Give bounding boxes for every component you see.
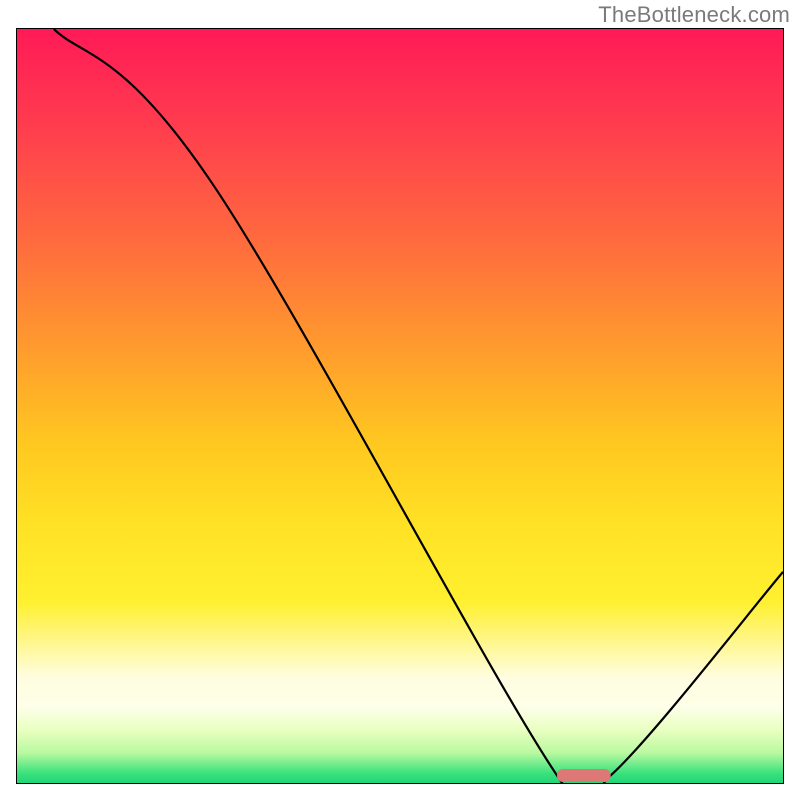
optimal-range-marker xyxy=(557,769,611,782)
bottleneck-curve xyxy=(54,29,783,783)
attribution-text: TheBottleneck.com xyxy=(598,2,790,28)
bottleneck-chart xyxy=(16,28,784,784)
chart-svg xyxy=(17,29,783,783)
